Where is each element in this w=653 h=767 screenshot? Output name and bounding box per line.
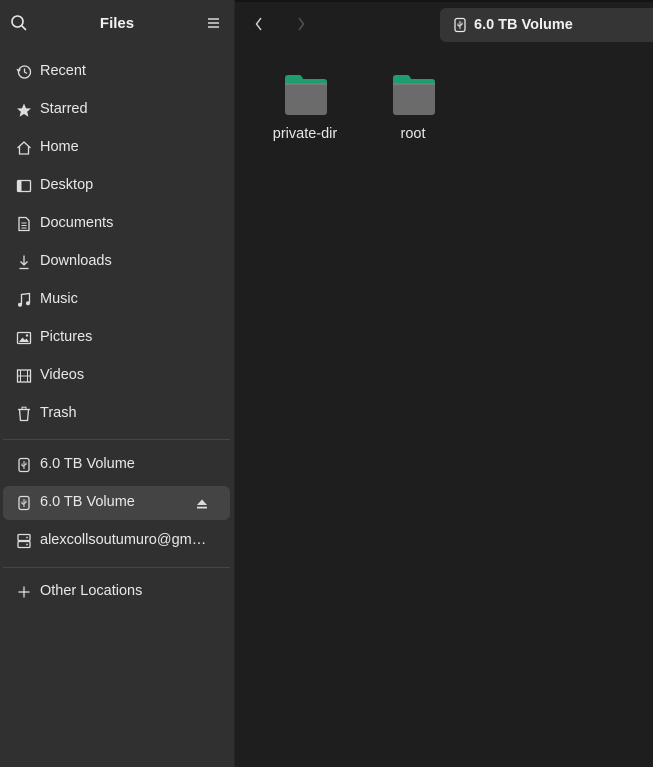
music-icon: [15, 292, 33, 308]
path-bar-button[interactable]: 6.0 TB Volume: [440, 8, 653, 42]
plus-icon: [15, 584, 33, 600]
sidebar-header: Files: [0, 0, 234, 48]
sidebar-item-label: Recent: [40, 63, 86, 79]
main-menu-button[interactable]: [203, 12, 225, 34]
picture-icon: [15, 330, 33, 346]
sidebar-item-recent[interactable]: Recent: [3, 55, 230, 89]
folder-item[interactable]: root: [363, 72, 463, 152]
back-button[interactable]: [249, 14, 269, 34]
sidebar-item-label: 6.0 TB Volume: [40, 456, 135, 472]
sidebar-item-label: Home: [40, 139, 79, 155]
sidebar-item-starred[interactable]: Starred: [3, 93, 230, 127]
header-bar: 6.0 TB Volume: [235, 0, 653, 48]
sidebar-item-label: Pictures: [40, 329, 93, 345]
sidebar-item-music[interactable]: Music: [3, 283, 230, 317]
sidebar-item-label: 6.0 TB Volume: [40, 494, 135, 510]
usb-drive-icon: [15, 457, 33, 473]
sidebar: Files Recent Starred Home Desktop Docume…: [0, 0, 235, 767]
sidebar-item-label: Documents: [40, 215, 114, 231]
sidebar-item-pictures[interactable]: Pictures: [3, 321, 230, 355]
chevron-right-icon: [298, 17, 305, 31]
folder-name: root: [400, 126, 426, 142]
usb-drive-icon: [452, 17, 468, 33]
sidebar-item-label: alexcollsoutumuro@gm…: [40, 532, 207, 548]
app-title: Files: [99, 15, 135, 32]
hamburger-menu-icon: [208, 18, 219, 28]
folder-name: private-dir: [272, 126, 338, 142]
sidebar-item-label: Trash: [40, 405, 77, 421]
sidebar-item-home[interactable]: Home: [3, 131, 230, 165]
sidebar-item-volume-2[interactable]: 6.0 TB Volume: [3, 486, 230, 520]
chevron-left-icon: [255, 17, 262, 31]
file-view: 6.0 TB Volume private-dir root: [235, 0, 653, 767]
sidebar-separator: [3, 567, 230, 568]
trash-icon: [15, 406, 33, 422]
sidebar-item-label: Other Locations: [40, 583, 143, 599]
clock-icon: [15, 64, 33, 80]
sidebar-item-volume-1[interactable]: 6.0 TB Volume: [3, 448, 230, 482]
folder-icon: [393, 75, 435, 115]
home-icon: [15, 140, 33, 156]
desktop-icon: [15, 178, 33, 194]
document-icon: [15, 216, 33, 232]
sidebar-item-downloads[interactable]: Downloads: [3, 245, 230, 279]
sidebar-item-label: Downloads: [40, 253, 112, 269]
forward-button[interactable]: [291, 14, 311, 34]
sidebar-item-label: Starred: [40, 101, 88, 117]
star-icon: [15, 102, 33, 118]
usb-drive-icon: [15, 495, 33, 511]
sidebar-separator: [3, 439, 230, 440]
video-icon: [15, 368, 33, 384]
sidebar-item-other-locations[interactable]: Other Locations: [3, 575, 230, 609]
network-drive-icon: [15, 533, 33, 549]
eject-icon[interactable]: [196, 497, 208, 509]
sidebar-item-documents[interactable]: Documents: [3, 207, 230, 241]
sidebar-item-videos[interactable]: Videos: [3, 359, 230, 393]
sidebar-item-desktop[interactable]: Desktop: [3, 169, 230, 203]
sidebar-item-label: Music: [40, 291, 78, 307]
folder-icon: [285, 75, 327, 115]
sidebar-item-trash[interactable]: Trash: [3, 397, 230, 431]
sidebar-item-network-account[interactable]: alexcollsoutumuro@gm…: [3, 524, 230, 558]
download-icon: [15, 254, 33, 270]
sidebar-item-label: Videos: [40, 367, 85, 383]
sidebar-item-label: Desktop: [40, 177, 94, 193]
path-bar-label: 6.0 TB Volume: [474, 17, 573, 33]
folder-item[interactable]: private-dir: [255, 72, 355, 152]
